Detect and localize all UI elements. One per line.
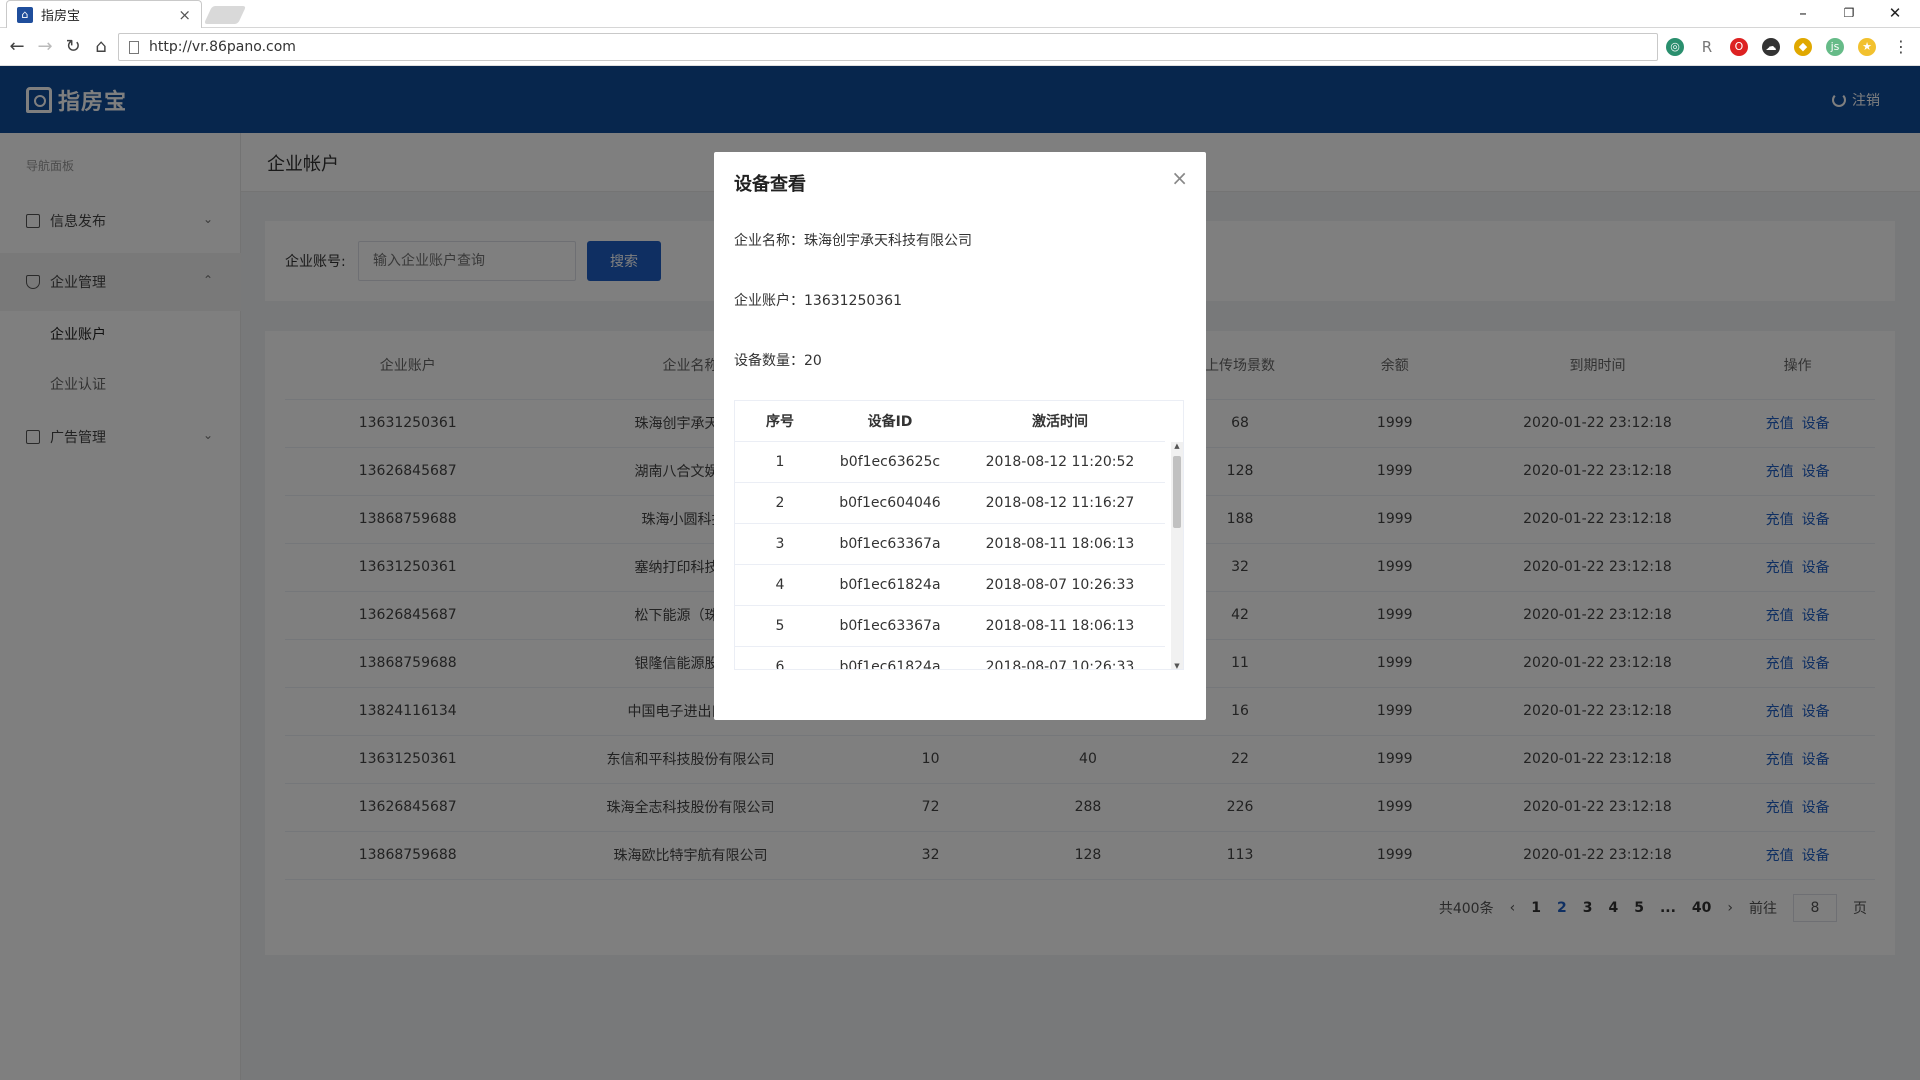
browser-tab[interactable]: ⌂ 指房宝 ×	[6, 0, 202, 28]
address-bar[interactable]: http://vr.86pano.com	[118, 33, 1658, 61]
extension-globe-icon[interactable]: ◎	[1666, 38, 1684, 56]
new-tab-button[interactable]	[203, 6, 247, 24]
cell-device-id: b0f1ec61824a	[825, 646, 955, 669]
device-table-scrollbar[interactable]: ▲ ▼	[1171, 442, 1183, 669]
tab-title: 指房宝	[41, 9, 81, 24]
cell-index: 1	[735, 441, 825, 483]
device-table-container[interactable]: 序号 设备ID 激活时间 1 b0f1ec63625c 2018-08-12 11:…	[734, 400, 1184, 670]
company-account-value: 13631250361	[804, 293, 902, 309]
browser-menu-icon[interactable]: ⋮	[1888, 34, 1914, 60]
device-table: 序号 设备ID 激活时间 1 b0f1ec63625c 2018-08-12 11:…	[735, 401, 1165, 669]
scrollbar-thumb[interactable]	[1173, 456, 1181, 528]
tab-close-icon[interactable]: ×	[178, 6, 191, 24]
cell-activation-time: 2018-08-12 11:20:52	[955, 441, 1165, 483]
url-text: http://vr.86pano.com	[149, 39, 296, 55]
device-row: 2 b0f1ec604046 2018-08-12 11:16:27	[735, 482, 1165, 524]
column-header: 激活时间	[955, 401, 1165, 442]
device-view-dialog: 设备查看 × 企业名称：珠海创宇承天科技有限公司 企业账户：1363125036…	[714, 152, 1206, 720]
extension-cloud-icon[interactable]: ☁	[1762, 38, 1780, 56]
cell-device-id: b0f1ec63367a	[825, 523, 955, 565]
cell-activation-time: 2018-08-07 10:26:33	[955, 564, 1165, 606]
device-count-value: 20	[804, 353, 822, 369]
browser-toolbar: ← → ↻ ⌂ http://vr.86pano.com ◎ R O ☁ ◆ j…	[0, 28, 1920, 66]
site-favicon-icon: ⌂	[17, 6, 33, 23]
close-icon[interactable]: ×	[1171, 166, 1188, 190]
page-icon	[129, 40, 139, 54]
extension-lock-icon[interactable]: ◆	[1794, 38, 1812, 56]
scroll-up-icon[interactable]: ▲	[1171, 442, 1183, 450]
cell-index: 4	[735, 564, 825, 606]
cell-device-id: b0f1ec61824a	[825, 564, 955, 606]
dialog-title: 设备查看	[734, 174, 806, 195]
extension-star-icon[interactable]: ★	[1858, 38, 1876, 56]
device-row: 1 b0f1ec63625c 2018-08-12 11:20:52	[735, 441, 1165, 483]
device-row: 6 b0f1ec61824a 2018-08-07 10:26:33	[735, 646, 1165, 669]
company-account-label: 企业账户：	[734, 293, 804, 309]
browser-tabbar: ⌂ 指房宝 × – ❐ ✕	[0, 0, 1920, 28]
company-name-label: 企业名称：	[734, 233, 804, 249]
company-account-field: 企业账户：13631250361	[734, 290, 902, 310]
company-name-field: 企业名称：珠海创宇承天科技有限公司	[734, 230, 972, 250]
extension-js-icon[interactable]: js	[1826, 38, 1844, 56]
reload-icon[interactable]: ↻	[60, 34, 86, 60]
column-header: 序号	[735, 401, 825, 442]
window-close-button[interactable]: ✕	[1872, 0, 1918, 28]
window-restore-button[interactable]: ❐	[1826, 0, 1872, 28]
back-arrow-icon[interactable]: ←	[4, 34, 30, 60]
extension-opera-icon[interactable]: O	[1730, 38, 1748, 56]
device-count-field: 设备数量：20	[734, 350, 822, 370]
cell-index: 2	[735, 482, 825, 524]
cell-index: 3	[735, 523, 825, 565]
device-row: 5 b0f1ec63367a 2018-08-11 18:06:13	[735, 605, 1165, 647]
cell-index: 6	[735, 646, 825, 669]
cell-device-id: b0f1ec604046	[825, 482, 955, 524]
cell-device-id: b0f1ec63367a	[825, 605, 955, 647]
table-header-row: 序号 设备ID 激活时间	[735, 401, 1165, 442]
cell-index: 5	[735, 605, 825, 647]
device-row: 3 b0f1ec63367a 2018-08-11 18:06:13	[735, 523, 1165, 565]
cell-activation-time: 2018-08-07 10:26:33	[955, 646, 1165, 669]
device-row: 4 b0f1ec61824a 2018-08-07 10:26:33	[735, 564, 1165, 606]
cell-activation-time: 2018-08-11 18:06:13	[955, 523, 1165, 565]
window-minimize-button[interactable]: –	[1780, 0, 1826, 28]
extension-r-icon[interactable]: R	[1698, 38, 1716, 56]
column-header: 设备ID	[825, 401, 955, 442]
cell-activation-time: 2018-08-12 11:16:27	[955, 482, 1165, 524]
scroll-down-icon[interactable]: ▼	[1171, 662, 1183, 669]
forward-arrow-icon[interactable]: →	[32, 34, 58, 60]
device-count-label: 设备数量：	[734, 353, 804, 369]
cell-activation-time: 2018-08-11 18:06:13	[955, 605, 1165, 647]
cell-device-id: b0f1ec63625c	[825, 441, 955, 483]
home-icon[interactable]: ⌂	[88, 34, 114, 60]
company-name-value: 珠海创宇承天科技有限公司	[804, 233, 972, 249]
